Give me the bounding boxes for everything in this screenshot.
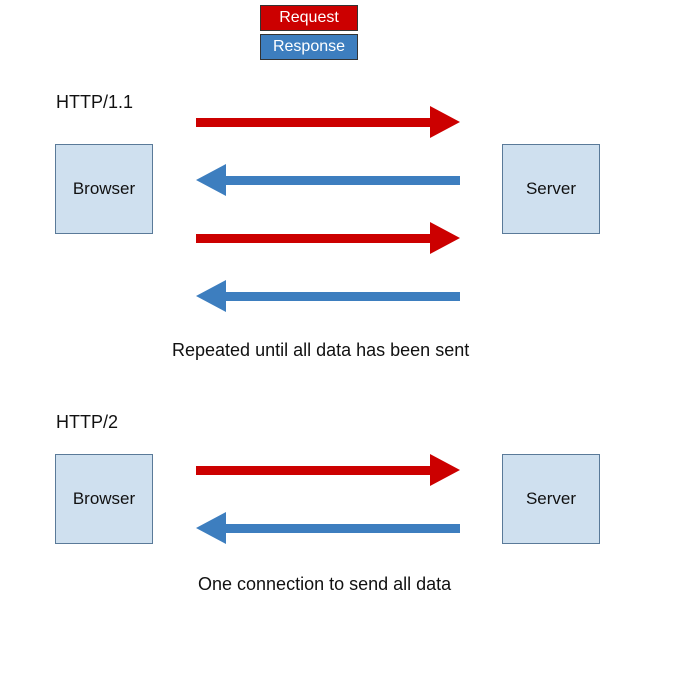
http2-server-node: Server xyxy=(502,454,600,544)
http11-title: HTTP/1.1 xyxy=(56,92,133,113)
http11-server-node: Server xyxy=(502,144,600,234)
http2-browser-node: Browser xyxy=(55,454,153,544)
http11-server-label: Server xyxy=(526,179,576,199)
http2-browser-label: Browser xyxy=(73,489,135,509)
http11-browser-label: Browser xyxy=(73,179,135,199)
http11-caption: Repeated until all data has been sent xyxy=(172,340,469,361)
legend: Request Response xyxy=(260,5,358,63)
legend-request: Request xyxy=(260,5,358,31)
http2-caption: One connection to send all data xyxy=(198,574,451,595)
http11-browser-node: Browser xyxy=(55,144,153,234)
http2-title: HTTP/2 xyxy=(56,412,118,433)
http2-server-label: Server xyxy=(526,489,576,509)
legend-response: Response xyxy=(260,34,358,60)
